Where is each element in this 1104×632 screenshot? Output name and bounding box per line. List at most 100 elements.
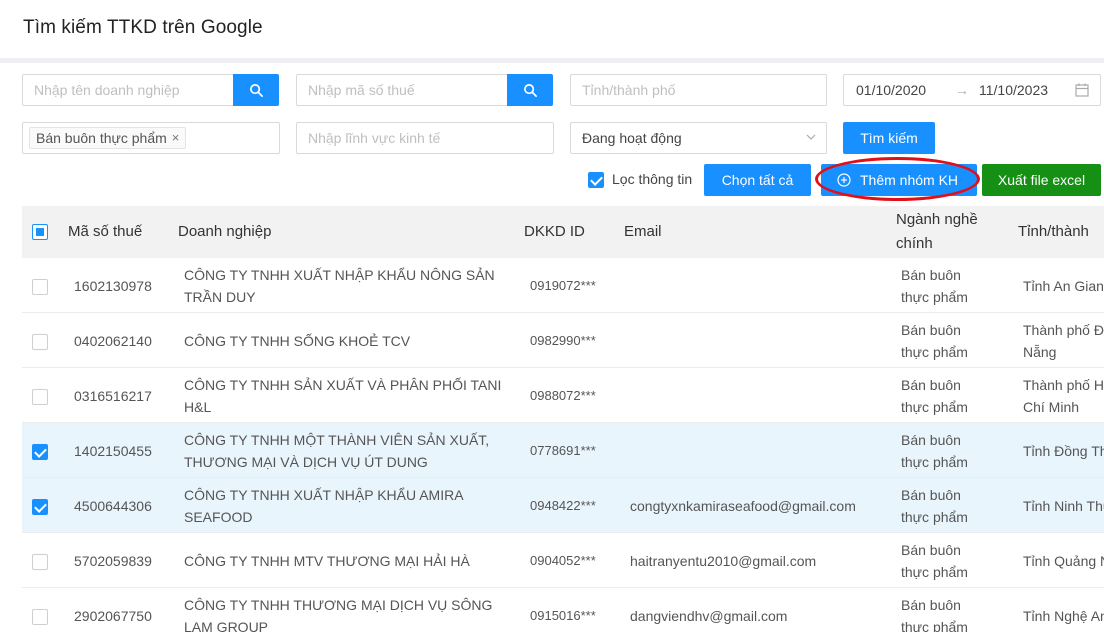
row-company-line2: TRẦN DUY <box>184 289 256 305</box>
page-title: Tìm kiếm TTKD trên Google <box>23 17 263 38</box>
row-industry-line1: Bán buôn <box>901 377 961 393</box>
column-tax-code: Mã số thuế <box>68 223 143 240</box>
column-email: Email <box>624 223 662 240</box>
row-dkkd-id: 0904052*** <box>530 553 596 568</box>
table-row[interactable]: 2902067750 CÔNG TY TNHH THƯƠNG MẠI DỊCH V… <box>22 588 1104 632</box>
row-industry-line2: thực phẩm <box>901 454 968 470</box>
company-name-input[interactable]: Nhập tên doanh nghiệp <box>22 74 234 106</box>
select-all-button[interactable]: Chọn tất cả <box>704 164 811 196</box>
table-row[interactable]: 1402150455 CÔNG TY TNHH MỘT THÀNH VIÊN SẢ… <box>22 423 1104 478</box>
row-province-line1: Tỉnh Ninh Thuận <box>1023 498 1104 514</box>
row-tax-code: 4500644306 <box>74 498 152 514</box>
row-dkkd-id: 0988072*** <box>530 388 596 403</box>
row-industry-line2: thực phẩm <box>901 564 968 580</box>
column-province: Tỉnh/thành <box>1018 223 1089 240</box>
row-dkkd-id: 0982990*** <box>530 333 596 348</box>
chevron-down-icon <box>806 134 816 140</box>
export-excel-button[interactable]: Xuất file excel <box>982 164 1101 196</box>
row-industry-line2: thực phẩm <box>901 619 968 632</box>
table-row[interactable]: 1602130978 CÔNG TY TNHH XUẤT NHẬP KHẨU NÔ… <box>22 258 1104 313</box>
row-tax-code: 1602130978 <box>74 278 152 294</box>
row-tax-code: 2902067750 <box>74 608 152 624</box>
row-company-line1: CÔNG TY TNHH THƯƠNG MẠI DỊCH VỤ SÔNG <box>184 597 493 613</box>
row-tax-code: 0402062140 <box>74 333 152 349</box>
row-email[interactable]: dangviendhv@gmail.com <box>630 605 787 627</box>
row-industry-line1: Bán buôn <box>901 597 961 613</box>
table-header: Mã số thuế Doanh nghiệp DKKD ID Email Ng… <box>22 206 1104 258</box>
row-province-line2: Nẵng <box>1023 344 1057 360</box>
table-row[interactable]: 0402062140 CÔNG TY TNHH SỐNG KHOẺ TCV 0982… <box>22 313 1104 368</box>
table-row[interactable]: 0316516217 CÔNG TY TNHH SẢN XUẤT VÀ PHÂN … <box>22 368 1104 423</box>
row-province-line1: Tỉnh Nghệ An <box>1023 608 1104 624</box>
row-checkbox[interactable] <box>32 279 48 295</box>
date-range-picker[interactable]: 01/10/2020 → 11/10/2023 <box>843 74 1101 106</box>
filter-info-label: Lọc thông tin <box>612 171 693 187</box>
row-company-line2: THƯƠNG MẠI VÀ DỊCH VỤ ÚT DUNG <box>184 454 428 470</box>
tax-code-input[interactable]: Nhập mã số thuế <box>296 74 508 106</box>
row-company-line1: CÔNG TY TNHH XUẤT NHẬP KHẨU AMIRA <box>184 487 464 503</box>
company-search-button[interactable] <box>233 74 279 106</box>
row-industry-line2: thực phẩm <box>901 344 968 360</box>
highlight-annotation <box>815 157 980 201</box>
page-header: Tìm kiếm TTKD trên Google <box>0 0 1104 58</box>
row-dkkd-id: 0919072*** <box>530 278 596 293</box>
row-industry-line1: Bán buôn <box>901 542 961 558</box>
industry-tag-label: Bán buôn thực phẩm <box>36 130 167 146</box>
status-value: Đang hoạt động <box>582 130 682 146</box>
column-industry-line1: Ngành nghề <box>896 211 978 228</box>
row-industry-line1: Bán buôn <box>901 322 961 338</box>
row-checkbox[interactable] <box>32 334 48 350</box>
row-tax-code: 0316516217 <box>74 388 152 404</box>
row-checkbox[interactable] <box>32 444 48 460</box>
row-company-line1: CÔNG TY TNHH MỘT THÀNH VIÊN SẢN XUẤT, <box>184 432 490 448</box>
row-company-line1: CÔNG TY TNHH SẢN XUẤT VÀ PHÂN PHỐI TANI <box>184 377 502 393</box>
row-checkbox[interactable] <box>32 499 48 515</box>
date-arrow: → <box>955 82 969 98</box>
row-tax-code: 1402150455 <box>74 443 152 459</box>
industry-tag: Bán buôn thực phẩm × <box>29 127 187 149</box>
province-placeholder: Tỉnh/thành phố <box>582 82 676 98</box>
row-checkbox[interactable] <box>32 609 48 625</box>
row-dkkd-id: 0948422*** <box>530 498 596 513</box>
row-company-line1: CÔNG TY TNHH SỐNG KHOẺ TCV <box>184 333 411 349</box>
row-dkkd-id: 0915016*** <box>530 608 596 623</box>
search-icon <box>249 83 263 97</box>
table-row[interactable]: 5702059839 CÔNG TY TNHH MTV THƯƠNG MẠI HẢ… <box>22 533 1104 588</box>
row-email[interactable]: congtyxnkamiraseafood@gmail.com <box>630 495 856 517</box>
row-company-line2: SEAFOOD <box>184 509 253 525</box>
row-company-line2: H&L <box>184 399 212 415</box>
row-tax-code: 5702059839 <box>74 553 152 569</box>
row-province-line1: Tỉnh An Giang <box>1023 278 1104 294</box>
status-select[interactable]: Đang hoạt động <box>570 122 827 154</box>
row-industry-line2: thực phẩm <box>901 399 968 415</box>
tax-code-placeholder: Nhập mã số thuế <box>308 82 415 98</box>
row-industry-line1: Bán buôn <box>901 487 961 503</box>
column-company: Doanh nghiệp <box>178 223 272 240</box>
row-company-line2: LAM GROUP <box>184 619 269 632</box>
tag-remove-icon[interactable]: × <box>172 128 180 148</box>
tax-code-search-button[interactable] <box>507 74 553 106</box>
search-icon <box>523 83 537 97</box>
company-name-placeholder: Nhập tên doanh nghiệp <box>34 82 180 98</box>
column-dkkd-id: DKKD ID <box>524 223 585 240</box>
row-province-line1: Tỉnh Đồng Tháp <box>1023 443 1104 459</box>
row-industry-line2: thực phẩm <box>901 509 968 525</box>
economic-field-input[interactable]: Nhập lĩnh vực kinh tế <box>296 122 554 154</box>
search-button[interactable]: Tìm kiếm <box>843 122 935 154</box>
row-province-line2: Chí Minh <box>1023 399 1080 415</box>
row-company-line1: CÔNG TY TNHH XUẤT NHẬP KHẨU NÔNG SẢN <box>184 267 495 283</box>
column-industry-line2: chính <box>896 235 933 252</box>
filter-info-checkbox[interactable] <box>588 172 604 188</box>
row-email[interactable]: haitranyentu2010@gmail.com <box>630 550 816 572</box>
row-province-line1: Tỉnh Quảng Ninh <box>1023 553 1104 569</box>
row-checkbox[interactable] <box>32 554 48 570</box>
row-industry-line1: Bán buôn <box>901 432 961 448</box>
table-row[interactable]: 4500644306 CÔNG TY TNHH XUẤT NHẬP KHẨU AM… <box>22 478 1104 533</box>
date-from[interactable]: 01/10/2020 <box>856 82 926 98</box>
province-input[interactable]: Tỉnh/thành phố <box>570 74 827 106</box>
row-industry-line1: Bán buôn <box>901 267 961 283</box>
row-province-line1: Thành phố Đà <box>1023 322 1104 338</box>
select-all-checkbox[interactable] <box>32 224 48 240</box>
date-to[interactable]: 11/10/2023 <box>979 82 1048 98</box>
row-checkbox[interactable] <box>32 389 48 405</box>
